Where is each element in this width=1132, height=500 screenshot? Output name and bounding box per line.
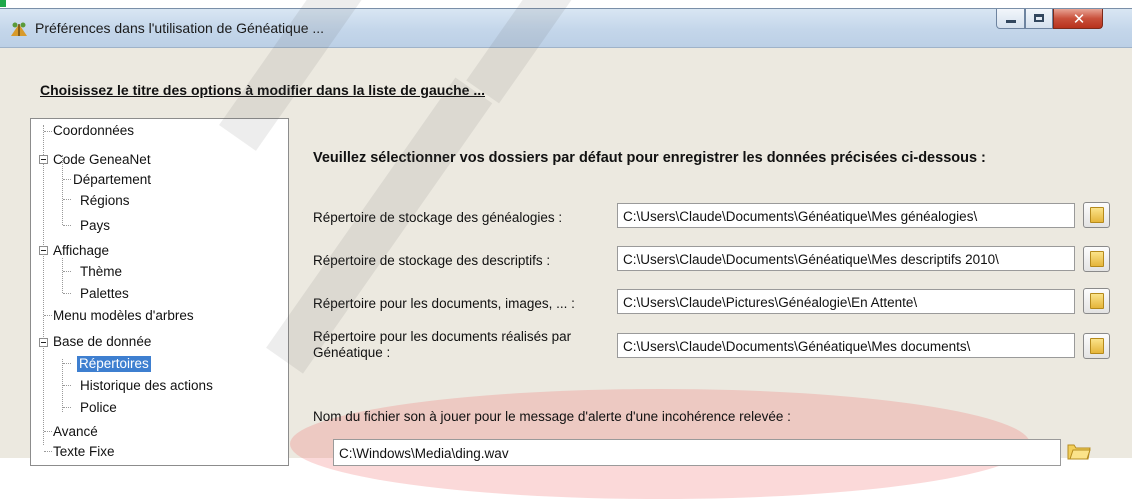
preferences-window: Préférences dans l'utilisation de Généat… bbox=[0, 8, 1132, 499]
tree-connector bbox=[63, 271, 71, 272]
realized-documents-label-line1: Répertoire pour les documents réalisés p… bbox=[313, 329, 572, 344]
tree-connector bbox=[63, 385, 71, 386]
documents-images-folder-field[interactable]: C:\Users\Claude\Pictures\Généalogie\En A… bbox=[617, 289, 1075, 314]
documents-images-folder-label: Répertoire pour les documents, images, .… bbox=[313, 296, 575, 311]
options-tree[interactable]: Coordonnées Code GeneaNet Département Ré… bbox=[30, 118, 289, 466]
descriptifs-browse-button[interactable] bbox=[1083, 246, 1110, 272]
tree-item-departement[interactable]: Département bbox=[73, 172, 151, 188]
genealogies-folder-label: Répertoire de stockage des généalogies : bbox=[313, 210, 563, 225]
tree-connector bbox=[43, 125, 44, 445]
maximize-button[interactable] bbox=[1025, 9, 1053, 29]
folder-icon bbox=[1090, 338, 1104, 354]
descriptifs-folder-label: Répertoire de stockage des descriptifs : bbox=[313, 253, 551, 268]
descriptifs-folder-field[interactable]: C:\Users\Claude\Documents\Généatique\Mes… bbox=[617, 246, 1075, 271]
tree-item-texte-fixe[interactable]: Texte Fixe bbox=[53, 444, 115, 460]
realized-documents-folder-field[interactable]: C:\Users\Claude\Documents\Généatique\Mes… bbox=[617, 333, 1075, 358]
instruction-heading: Choisissez le titre des options à modifi… bbox=[40, 82, 486, 98]
tree-item-historique-actions[interactable]: Historique des actions bbox=[80, 378, 213, 394]
tree-item-base-de-donnee[interactable]: Base de donnée bbox=[53, 334, 151, 350]
tree-item-theme[interactable]: Thème bbox=[80, 264, 122, 280]
collapse-toggle-affichage[interactable] bbox=[39, 246, 48, 255]
close-icon: ✕ bbox=[1072, 10, 1086, 28]
title-bar[interactable]: Préférences dans l'utilisation de Généat… bbox=[0, 9, 1132, 48]
tree-item-avance[interactable]: Avancé bbox=[53, 424, 98, 440]
tree-connector bbox=[63, 199, 71, 200]
folder-icon[interactable] bbox=[1067, 439, 1091, 461]
close-button[interactable]: ✕ bbox=[1053, 9, 1103, 29]
tree-connector bbox=[63, 407, 71, 408]
minimize-icon bbox=[1006, 20, 1016, 23]
genealogies-folder-field[interactable]: C:\Users\Claude\Documents\Généatique\Mes… bbox=[617, 203, 1075, 228]
alert-sound-label: Nom du fichier son à jouer pour le messa… bbox=[313, 409, 791, 424]
documents-images-browse-button[interactable] bbox=[1083, 288, 1110, 314]
tree-connector bbox=[44, 451, 52, 452]
folder-icon bbox=[1090, 251, 1104, 267]
folder-icon bbox=[1090, 293, 1104, 309]
tree-connector bbox=[63, 293, 71, 294]
realized-documents-folder-label: Répertoire pour les documents réalisés p… bbox=[313, 329, 571, 361]
tree-app-icon bbox=[11, 22, 27, 36]
tree-connector bbox=[44, 131, 52, 132]
alert-sound-file-field[interactable]: C:\Windows\Media\ding.wav bbox=[333, 439, 1061, 466]
minimize-button[interactable] bbox=[996, 9, 1025, 29]
tree-item-repertoires[interactable]: Répertoires bbox=[77, 356, 151, 372]
tree-item-code-geneanet[interactable]: Code GeneaNet bbox=[53, 152, 151, 168]
folders-section-title: Veuillez sélectionner vos dossiers par d… bbox=[313, 150, 986, 166]
window-title: Préférences dans l'utilisation de Généat… bbox=[35, 20, 325, 36]
tree-item-affichage[interactable]: Affichage bbox=[53, 243, 109, 259]
tree-connector bbox=[63, 225, 71, 226]
tree-connector bbox=[44, 315, 52, 316]
tree-item-palettes[interactable]: Palettes bbox=[80, 286, 129, 302]
tree-item-police[interactable]: Police bbox=[80, 400, 117, 416]
collapse-toggle-code-geneanet[interactable] bbox=[39, 155, 48, 164]
collapse-toggle-base-de-donnee[interactable] bbox=[39, 338, 48, 347]
tree-item-regions[interactable]: Régions bbox=[80, 193, 130, 209]
maximize-icon bbox=[1034, 14, 1044, 22]
folder-icon bbox=[1090, 207, 1104, 223]
genealogies-browse-button[interactable] bbox=[1083, 202, 1110, 228]
window-edge-accent bbox=[0, 0, 6, 7]
tree-connector bbox=[63, 363, 71, 364]
realized-documents-label-line2: Généatique : bbox=[313, 345, 391, 360]
tree-connector bbox=[62, 258, 63, 293]
tree-connector bbox=[63, 179, 71, 180]
realized-documents-browse-button[interactable] bbox=[1083, 333, 1110, 359]
tree-item-menu-modeles-arbres[interactable]: Menu modèles d'arbres bbox=[53, 308, 194, 324]
tree-item-pays[interactable]: Pays bbox=[80, 218, 110, 234]
tree-item-coordonnees[interactable]: Coordonnées bbox=[53, 123, 134, 139]
tree-connector bbox=[44, 431, 52, 432]
